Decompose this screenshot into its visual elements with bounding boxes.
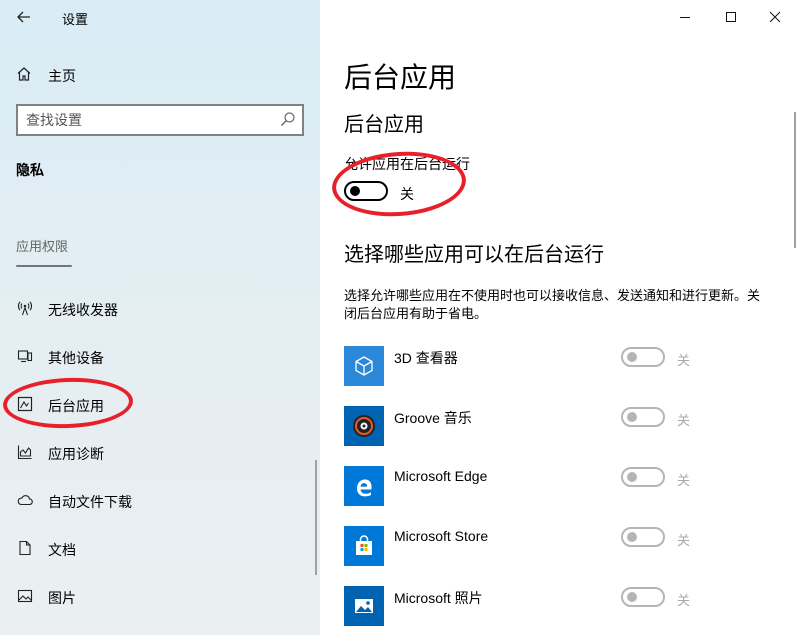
sidebar-item-other-devices[interactable]: 其他设备: [0, 338, 320, 374]
app-toggle-state: 关: [677, 413, 691, 428]
app-row: Microsoft Store 关: [344, 526, 784, 566]
sidebar-item-label: 无线收发器: [48, 302, 118, 318]
section-title: 后台应用: [344, 114, 424, 136]
close-button[interactable]: [752, 0, 798, 34]
app-toggle-state: 关: [677, 353, 691, 368]
sidebar-item-home[interactable]: 主页: [0, 58, 320, 90]
music-disc-icon: [353, 415, 375, 437]
group-title-app-permissions: 应用权限: [16, 239, 69, 254]
sidebar-item-auto-file-download[interactable]: 自动文件下载: [0, 482, 320, 518]
sidebar-item-background-apps[interactable]: 后台应用: [0, 386, 320, 422]
app-toggle[interactable]: [621, 347, 665, 367]
app-title: 设置: [62, 12, 89, 27]
sidebar-item-label: 应用诊断: [48, 446, 104, 462]
diagnostics-icon: [16, 443, 34, 461]
allow-background-label: 允许应用在后台运行: [344, 156, 470, 172]
sidebar-item-pictures[interactable]: 图片: [0, 578, 320, 614]
search-input[interactable]: [26, 111, 271, 129]
back-arrow-icon: [17, 11, 30, 23]
app-toggle[interactable]: [621, 407, 665, 427]
maximize-button[interactable]: [708, 0, 754, 34]
app-toggle[interactable]: [621, 587, 665, 607]
main-scrollbar[interactable]: [794, 112, 796, 248]
sidebar-item-label: 图片: [48, 590, 76, 606]
app-tile-3d-viewer: [344, 346, 384, 386]
app-row: Microsoft Edge 关: [344, 466, 784, 506]
main-content: 后台应用 后台应用 允许应用在后台运行 关 选择哪些应用可以在后台运行 选择允许…: [320, 0, 798, 635]
cube-icon: [355, 356, 373, 376]
sidebar-scrollbar[interactable]: [315, 460, 317, 575]
sidebar-item-label: 后台应用: [48, 398, 104, 414]
sidebar-home-label: 主页: [48, 68, 76, 84]
app-toggle-state: 关: [677, 593, 691, 608]
sidebar: 设置 主页 隐私 应用权限 无线收发器 其他设备 后台应用: [0, 0, 320, 635]
sidebar-item-app-diagnostics[interactable]: 应用诊断: [0, 434, 320, 470]
minimize-icon: [680, 17, 690, 18]
background-apps-icon: [16, 395, 34, 413]
photos-icon: [355, 599, 373, 613]
devices-icon: [16, 347, 34, 365]
picture-icon: [16, 587, 34, 605]
radio-tower-icon: [16, 299, 34, 317]
cloud-icon: [16, 491, 34, 509]
app-tile-store: [344, 526, 384, 566]
app-toggle[interactable]: [621, 467, 665, 487]
store-bag-icon: [356, 535, 372, 555]
document-icon: [16, 539, 34, 557]
page-title: 后台应用: [344, 62, 457, 93]
app-tile-groove: [344, 406, 384, 446]
sidebar-item-radios[interactable]: 无线收发器: [0, 290, 320, 326]
app-row: Groove 音乐 关: [344, 406, 784, 446]
search-box[interactable]: [16, 104, 304, 136]
app-name: Microsoft Edge: [394, 468, 488, 484]
app-row: Microsoft 照片 关: [344, 586, 784, 626]
allow-background-toggle[interactable]: [344, 181, 388, 201]
app-name: Microsoft Store: [394, 528, 489, 544]
search-icon[interactable]: [280, 111, 296, 132]
maximize-icon: [726, 12, 736, 22]
close-icon: [769, 11, 781, 23]
app-toggle-state: 关: [677, 533, 691, 548]
minimize-button[interactable]: [662, 0, 708, 34]
partially-hidden-item: [16, 262, 76, 268]
sidebar-item-documents[interactable]: 文档: [0, 530, 320, 566]
home-icon: [16, 66, 32, 87]
app-name: 3D 查看器: [394, 350, 458, 366]
edge-icon: [357, 479, 372, 497]
app-row: 3D 查看器 关: [344, 346, 784, 386]
allow-background-toggle-state: 关: [400, 186, 414, 202]
app-toggle[interactable]: [621, 527, 665, 547]
app-toggle-state: 关: [677, 473, 691, 488]
back-button[interactable]: [12, 6, 36, 28]
section-title-privacy: 隐私: [16, 162, 44, 178]
choose-apps-description: 选择允许哪些应用在不使用时也可以接收信息、发送通知和进行更新。关闭后台应用有助于…: [344, 288, 761, 321]
app-name: Groove 音乐: [394, 410, 472, 426]
app-name: Microsoft 照片: [394, 590, 483, 606]
app-tile-edge: [344, 466, 384, 506]
sidebar-item-label: 文档: [48, 542, 76, 558]
app-tile-photos: [344, 586, 384, 626]
choose-apps-title: 选择哪些应用可以在后台运行: [344, 244, 604, 266]
sidebar-item-label: 其他设备: [48, 350, 104, 366]
sidebar-item-label: 自动文件下载: [48, 494, 132, 510]
titlebar: 设置: [0, 0, 320, 34]
